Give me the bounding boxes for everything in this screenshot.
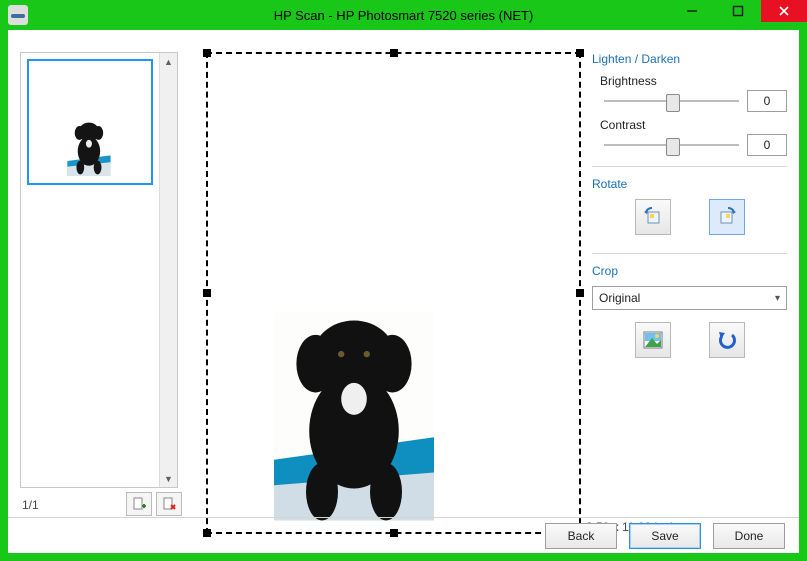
contrast-value[interactable]: 0 [747, 134, 787, 156]
brightness-value[interactable]: 0 [747, 90, 787, 112]
crop-header: Crop [592, 264, 787, 278]
thumbnail-image [56, 120, 122, 176]
rotate-left-icon [642, 206, 664, 228]
crop-handle-tr[interactable] [576, 49, 584, 57]
reset-crop-button[interactable] [709, 322, 745, 358]
rotate-right-icon [716, 206, 738, 228]
add-page-button[interactable] [126, 492, 152, 516]
dog-icon [56, 120, 122, 176]
title-bar[interactable]: HP Scan - HP Photosmart 7520 series (NET… [0, 0, 807, 30]
rotate-left-button[interactable] [635, 199, 671, 235]
crop-handle-mr[interactable] [576, 289, 584, 297]
page-counter: 1/1 [22, 498, 39, 512]
contrast-label: Contrast [600, 118, 787, 132]
client-area: ▲ ▼ 1/1 [8, 30, 799, 553]
chevron-down-icon: ▾ [775, 293, 780, 304]
scroll-up-icon[interactable]: ▲ [160, 53, 177, 70]
save-button[interactable]: Save [629, 523, 701, 549]
brightness-label: Brightness [600, 74, 787, 88]
back-button[interactable]: Back [545, 523, 617, 549]
crop-preset-value: Original [599, 291, 640, 305]
delete-page-button[interactable] [156, 492, 182, 516]
add-page-icon [132, 497, 146, 511]
footer-bar: Back Save Done [8, 517, 799, 553]
crop-handle-ml[interactable] [203, 289, 211, 297]
delete-page-icon [162, 497, 176, 511]
minimize-button[interactable] [669, 0, 715, 22]
lighten-darken-header: Lighten / Darken [592, 52, 787, 66]
crop-handle-tl[interactable] [203, 49, 211, 57]
crop-rectangle[interactable] [206, 52, 581, 534]
scroll-down-icon[interactable]: ▼ [160, 470, 177, 487]
brightness-slider[interactable] [604, 91, 739, 111]
rotate-right-button[interactable] [709, 199, 745, 235]
auto-crop-button[interactable] [635, 322, 671, 358]
image-icon [642, 329, 664, 351]
contrast-slider[interactable] [604, 135, 739, 155]
close-button[interactable] [761, 0, 807, 22]
crop-handle-tc[interactable] [390, 49, 398, 57]
undo-icon [716, 329, 738, 351]
done-button[interactable]: Done [713, 523, 785, 549]
thumbnail-list: ▲ ▼ [20, 52, 178, 488]
controls-panel: Lighten / Darken Brightness 0 Contrast 0… [592, 52, 787, 358]
preview-area[interactable] [206, 52, 581, 534]
maximize-button[interactable] [715, 0, 761, 22]
thumbnail-item[interactable] [27, 59, 153, 185]
rotate-header: Rotate [592, 177, 787, 191]
thumbnail-scrollbar[interactable]: ▲ ▼ [159, 53, 177, 487]
app-window: HP Scan - HP Photosmart 7520 series (NET… [0, 0, 807, 561]
crop-preset-dropdown[interactable]: Original ▾ [592, 286, 787, 310]
